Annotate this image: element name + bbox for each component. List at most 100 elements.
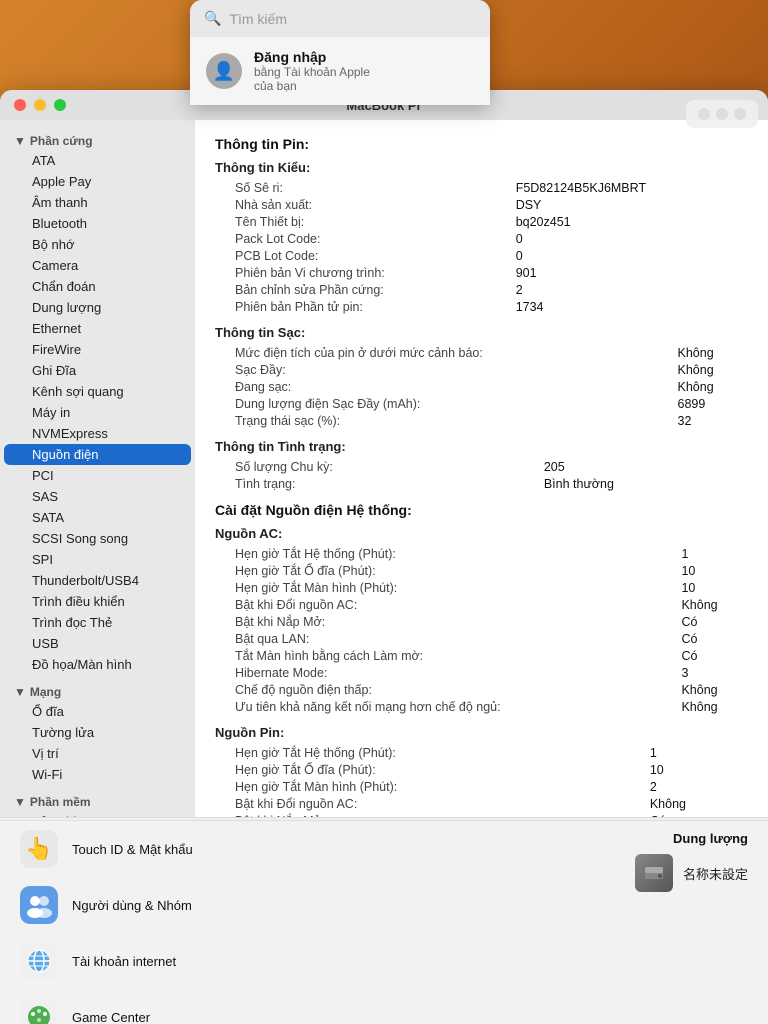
sidebar-item-camera[interactable]: Camera <box>4 255 191 276</box>
table-row: Hibernate Mode:3 <box>215 664 748 681</box>
gamecenter-label: Game Center <box>72 1010 150 1024</box>
sidebar-item-nvmexpress[interactable]: NVMExpress <box>4 423 191 444</box>
network-arrow: ▼ <box>14 685 26 699</box>
sidebar-item-firewire[interactable]: FireWire <box>4 339 191 360</box>
sidebar-item-bluetooth[interactable]: Bluetooth <box>4 213 191 234</box>
traffic-light-3 <box>734 108 746 120</box>
table-row: Đang sạc:Không <box>215 378 748 395</box>
sidebar-item-wifi[interactable]: Wi-Fi <box>4 764 191 785</box>
network-section: ▼ Mạng Ổ đĩa Tường lửa Vị trí Wi-Fi <box>0 679 195 785</box>
sidebar-item-dohoa[interactable]: Đồ họa/Màn hình <box>4 654 191 675</box>
table-row: Phiên bản Phần tử pin:1734 <box>215 298 748 315</box>
sidebar-item-spi[interactable]: SPI <box>4 549 191 570</box>
sidebar-item-amthanh[interactable]: Âm thanh <box>4 192 191 213</box>
table-row: Tên Thiết bị:bq20z451 <box>215 213 748 230</box>
bottom-item-internet[interactable]: Tài khoản internet <box>0 933 768 989</box>
gamecenter-icon <box>20 998 58 1024</box>
storage-device-name: 名称未設定 <box>683 864 748 883</box>
bottom-item-gamecenter[interactable]: Game Center <box>0 989 768 1024</box>
info-sac-table: Mức điện tích của pin ở dưới mức cảnh bá… <box>215 344 748 429</box>
touchid-label: Touch ID & Mật khẩu <box>72 842 193 857</box>
search-overlay: 🔍 Tìm kiếm 👤 Đăng nhập bằng Tài khoản Ap… <box>190 0 490 105</box>
table-row: Bật khi Nắp Mở:Có <box>215 613 748 630</box>
hardware-section: ▼ Phần cứng ATA Apple Pay Âm thanh Bluet… <box>0 128 195 675</box>
table-row: Tắt Màn hình bằng cách Làm mờ:Có <box>215 647 748 664</box>
storage-device-row: 名称未設定 <box>635 854 748 892</box>
login-sub1: bằng Tài khoản Apple <box>254 65 370 79</box>
info-sac-title: Thông tin Sạc: <box>215 325 748 340</box>
sidebar-item-bonho[interactable]: Bộ nhớ <box>4 234 191 255</box>
hardware-group[interactable]: ▼ Phần cứng <box>0 128 195 150</box>
software-arrow: ▼ <box>14 795 26 809</box>
sidebar: ▼ Phần cứng ATA Apple Pay Âm thanh Bluet… <box>0 120 195 817</box>
sidebar-item-dunglugng[interactable]: Dung lượng <box>4 297 191 318</box>
table-row: PCB Lot Code:0 <box>215 247 748 264</box>
main-content: Thông tin Pin: Thông tin Kiểu: Số Sê ri:… <box>195 120 768 817</box>
table-row: Hẹn giờ Tắt Ổ đĩa (Phút):10 <box>215 562 748 579</box>
storage-label: Dung lượng <box>673 831 748 846</box>
sidebar-item-ghidia[interactable]: Ghi Đĩa <box>4 360 191 381</box>
table-row: Sạc Đầy:Không <box>215 361 748 378</box>
sidebar-item-odia[interactable]: Ổ đĩa <box>4 701 191 722</box>
sidebar-item-vitri[interactable]: Vị trí <box>4 743 191 764</box>
network-group[interactable]: ▼ Mạng <box>0 679 195 701</box>
sidebar-item-pci[interactable]: PCI <box>4 465 191 486</box>
sidebar-item-ethernet[interactable]: Ethernet <box>4 318 191 339</box>
sidebar-item-ata[interactable]: ATA <box>4 150 191 171</box>
sidebar-item-sas[interactable]: SAS <box>4 486 191 507</box>
login-item[interactable]: 👤 Đăng nhập bằng Tài khoản Apple của bạn <box>190 37 490 105</box>
sidebar-item-usb[interactable]: USB <box>4 633 191 654</box>
software-label: Phần mềm <box>30 795 91 809</box>
table-row: Bật khi Đổi nguồn AC:Không <box>215 596 748 613</box>
info-kieu-table: Số Sê ri:F5D82124B5KJ6MBRT Nhà sản xuất:… <box>215 179 748 315</box>
table-row: Ưu tiên khả năng kết nối mạng hơn chế độ… <box>215 698 748 715</box>
software-group[interactable]: ▼ Phần mềm <box>0 789 195 811</box>
sidebar-item-sata[interactable]: SATA <box>4 507 191 528</box>
close-button[interactable] <box>14 99 26 111</box>
sidebar-item-mayin[interactable]: Máy in <box>4 402 191 423</box>
sysinfo-window: MacBook Pr ▼ Phần cứng ATA Apple Pay Âm … <box>0 90 768 845</box>
storage-icon <box>635 854 673 892</box>
minimize-button[interactable] <box>34 99 46 111</box>
nguon-ac-table: Hẹn giờ Tắt Hệ thống (Phút):1 Hẹn giờ Tắ… <box>215 545 748 715</box>
sidebar-item-thunderbolt[interactable]: Thunderbolt/USB4 <box>4 570 191 591</box>
sidebar-item-tuonglua[interactable]: Tường lửa <box>4 722 191 743</box>
search-bar: 🔍 Tìm kiếm <box>190 0 490 37</box>
sidebar-item-scsi[interactable]: SCSI Song song <box>4 528 191 549</box>
table-row: Bản chỉnh sửa Phần cứng:2 <box>215 281 748 298</box>
caidat-title: Cài đặt Nguồn điện Hệ thống: <box>215 502 748 518</box>
table-row: Số Sê ri:F5D82124B5KJ6MBRT <box>215 179 748 196</box>
info-kieu-title: Thông tin Kiểu: <box>215 160 748 175</box>
login-main: Đăng nhập <box>254 49 370 65</box>
sidebar-item-chandoan[interactable]: Chẩn đoán <box>4 276 191 297</box>
touchid-icon: 👆 <box>20 830 58 868</box>
network-label: Mạng <box>30 685 61 699</box>
sidebar-item-trinhdocthe[interactable]: Trình đọc Thẻ <box>4 612 191 633</box>
login-sub2: của bạn <box>254 79 370 93</box>
storage-section: Dung lượng 名称未設定 <box>635 831 748 892</box>
table-row: Trạng thái sạc (%):32 <box>215 412 748 429</box>
hardware-label: Phần cứng <box>30 134 93 148</box>
table-row: Tình trạng:Bình thường <box>215 475 748 492</box>
users-label: Người dùng & Nhóm <box>72 898 192 913</box>
table-row: Hẹn giờ Tắt Màn hình (Phút):2 <box>215 778 748 795</box>
login-text: Đăng nhập bằng Tài khoản Apple của bạn <box>254 49 370 93</box>
maximize-button[interactable] <box>54 99 66 111</box>
partial-window-controls <box>686 100 758 128</box>
software-section: ▼ Phần mềm Bản ghi Cài đặt Cấu hình Dịch… <box>0 789 195 817</box>
nguon-pin-title: Nguồn Pin: <box>215 725 748 740</box>
sidebar-item-applepay[interactable]: Apple Pay <box>4 171 191 192</box>
search-placeholder[interactable]: Tìm kiếm <box>229 11 476 27</box>
table-row: Bật qua LAN:Có <box>215 630 748 647</box>
traffic-light-1 <box>698 108 710 120</box>
sidebar-item-kenhsoiquang[interactable]: Kênh sợi quang <box>4 381 191 402</box>
table-row: Hẹn giờ Tắt Ổ đĩa (Phút):10 <box>215 761 748 778</box>
bottom-panel: 👆 Touch ID & Mật khẩu Người dùng & Nhóm <box>0 820 768 1024</box>
sidebar-item-nguondien[interactable]: Nguồn điện <box>4 444 191 465</box>
table-row: Hẹn giờ Tắt Màn hình (Phút):10 <box>215 579 748 596</box>
sidebar-item-trinhdieukhien[interactable]: Trình điều khiển <box>4 591 191 612</box>
hardware-arrow: ▼ <box>14 134 26 148</box>
table-row: Số lượng Chu kỳ:205 <box>215 458 748 475</box>
table-row: Mức điện tích của pin ở dưới mức cảnh bá… <box>215 344 748 361</box>
table-row: Phiên bản Vi chương trình:901 <box>215 264 748 281</box>
